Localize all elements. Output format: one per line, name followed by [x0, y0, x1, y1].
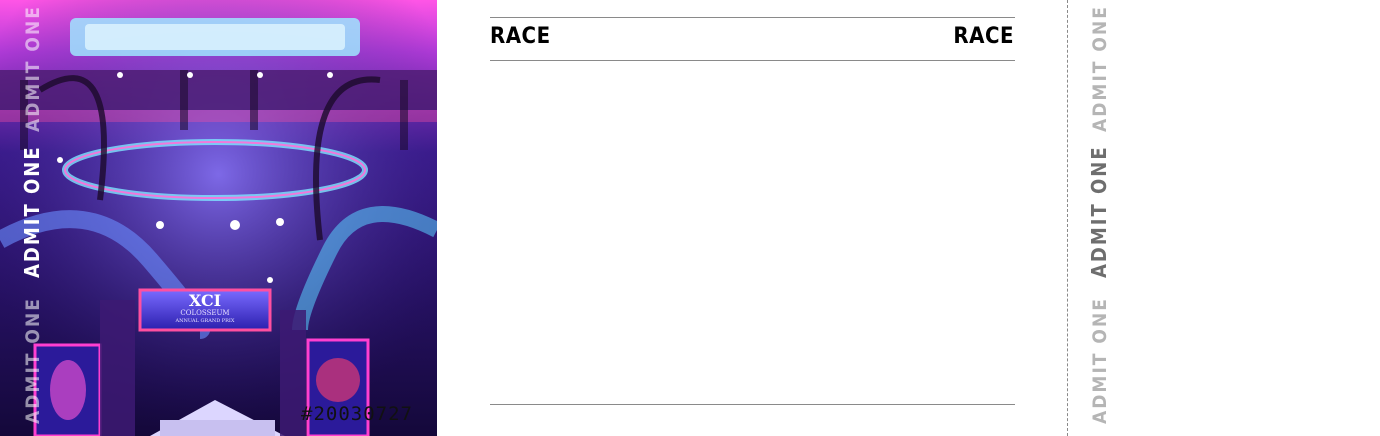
race-label-left: RACE	[490, 24, 551, 49]
admit-one-label: ADMIT ONE	[22, 5, 44, 132]
footer-rule	[490, 404, 1015, 405]
sign-subtitle: COLOSSEUM	[180, 309, 229, 317]
ticket-artwork: XCI COLOSSEUM ANNUAL GRAND PRIX ADMIT ON…	[0, 0, 437, 436]
event-ticket: XCI COLOSSEUM ANNUAL GRAND PRIX ADMIT ON…	[0, 0, 1380, 436]
header-bottom-rule	[490, 60, 1015, 61]
stub-admit-one-label: ADMIT ONE	[1089, 297, 1111, 424]
header-top-rule	[490, 17, 1015, 18]
stub-admit-one-label: ADMIT ONE	[1087, 145, 1111, 278]
colosseum-illustration: XCI COLOSSEUM ANNUAL GRAND PRIX	[0, 0, 437, 436]
ticket-serial-number: #20030727	[301, 403, 413, 425]
sign-title: XCI	[189, 291, 221, 310]
sign-tagline: ANNUAL GRAND PRIX	[175, 318, 235, 324]
admit-one-label: ADMIT ONE	[22, 297, 44, 424]
race-label-right: RACE	[953, 24, 1014, 49]
stub-admit-one-label: ADMIT ONE	[1089, 5, 1111, 132]
perforation-line	[1067, 0, 1068, 436]
admit-one-label: ADMIT ONE	[20, 145, 44, 278]
